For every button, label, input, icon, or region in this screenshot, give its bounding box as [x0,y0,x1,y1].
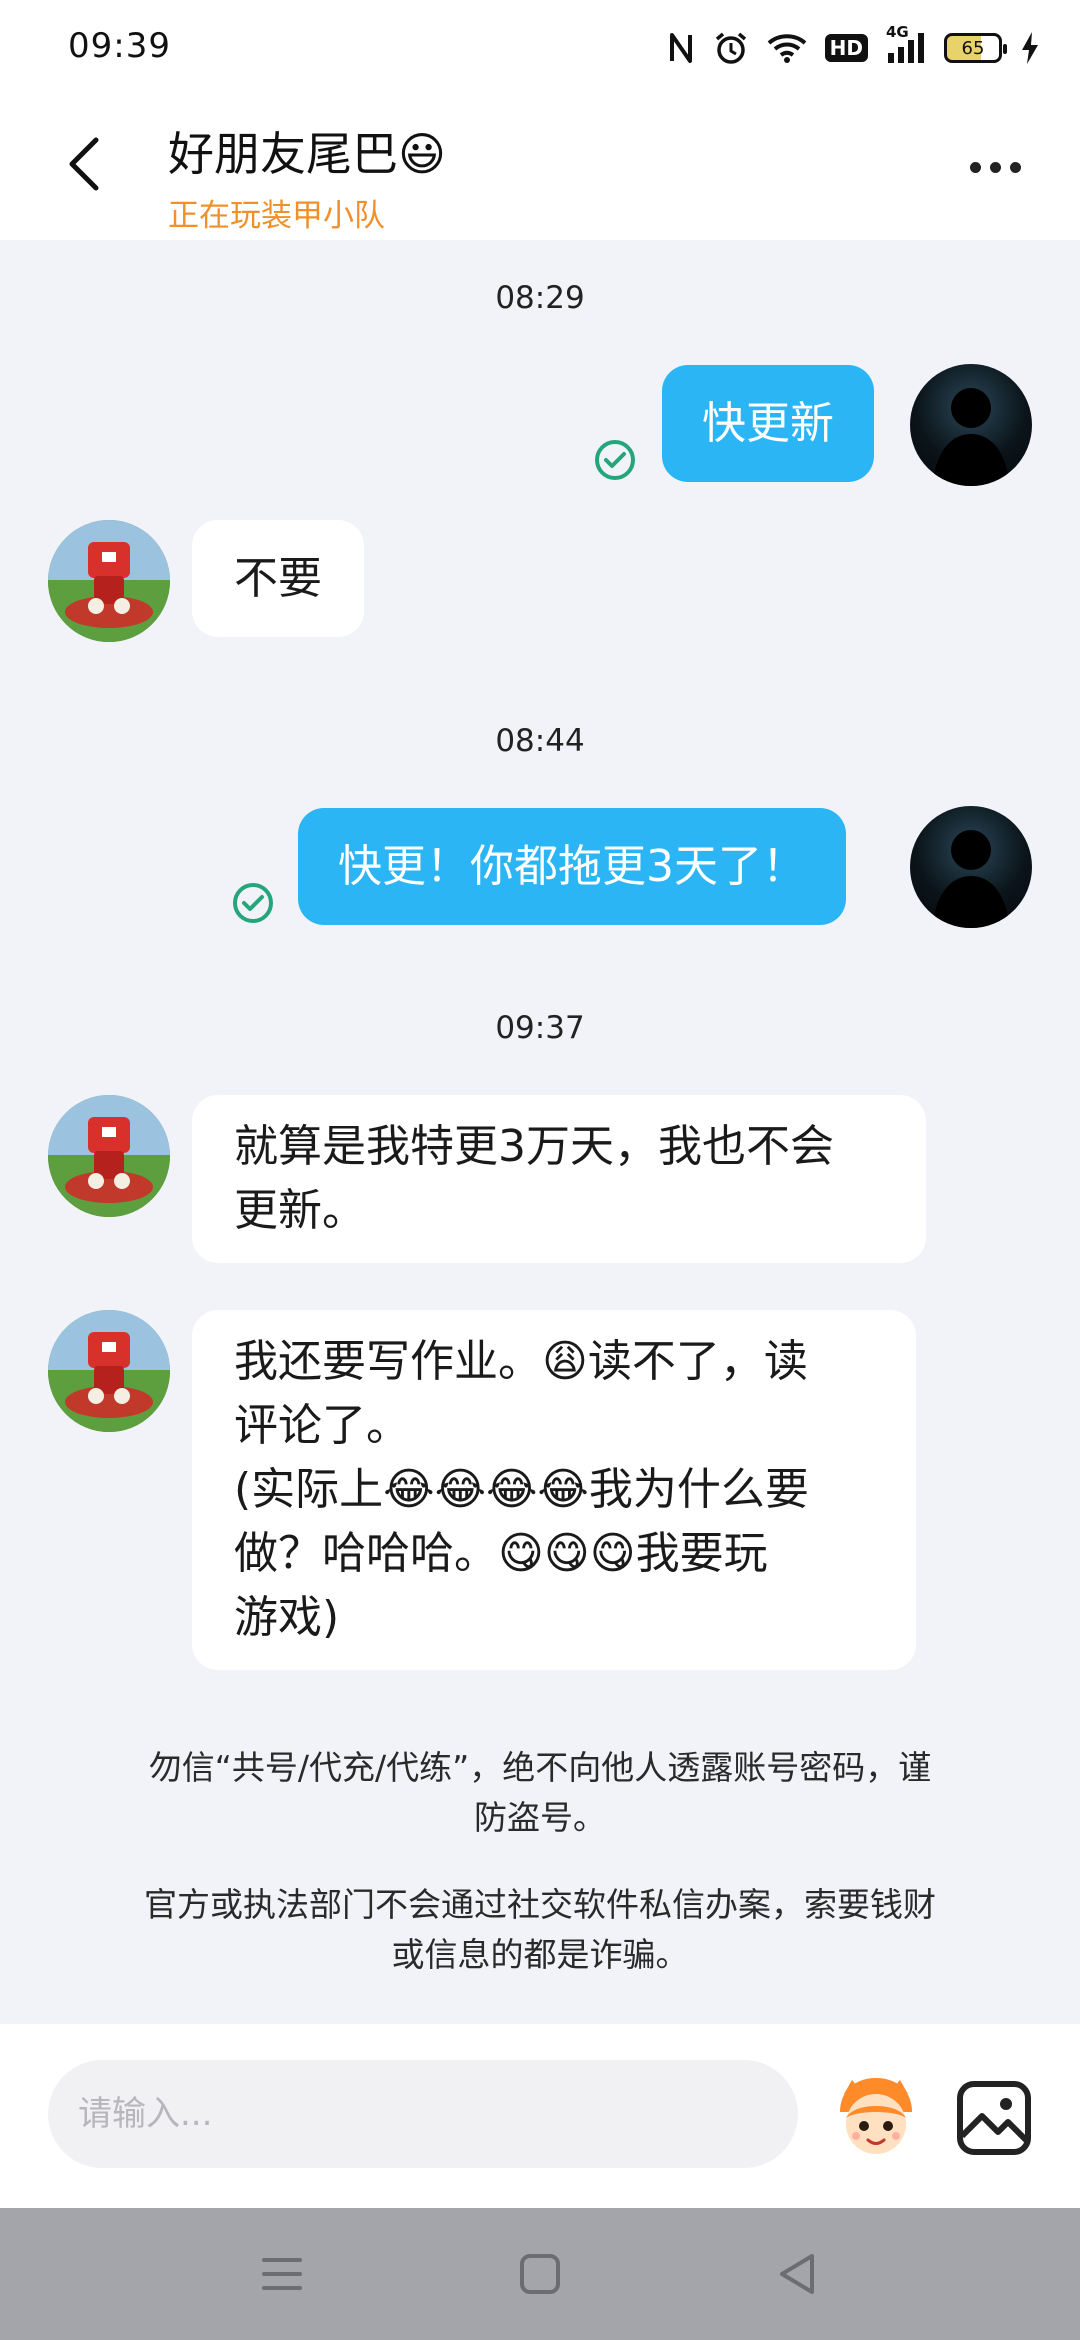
silhouette-icon [932,388,1010,486]
message-timestamp: 08:29 [495,280,585,316]
signal-4g-icon: 4G [886,23,926,65]
wifi-icon [767,32,807,64]
more-dot-icon [969,161,981,173]
title-block: 好朋友尾巴😃 正在玩装甲小队 [168,118,446,235]
chat-title: 好朋友尾巴😃 [168,127,446,181]
self-avatar[interactable] [910,364,1032,486]
chat-header: 好朋友尾巴😃 正在玩装甲小队 [0,96,1080,240]
more-options-button[interactable] [960,142,1030,192]
notice-line: 或信息的都是诈骗。 [391,1935,689,1974]
status-time: 09:39 [68,26,171,66]
mascot-sticker-icon [840,2078,912,2154]
image-icon [957,2081,1031,2155]
friend-avatar[interactable] [48,520,170,642]
image-button[interactable] [954,2078,1034,2158]
charging-icon [1020,31,1040,65]
message-timestamp: 08:44 [495,723,585,759]
menu-icon[interactable] [256,2248,308,2300]
message-bubble-outgoing[interactable]: 快更！你都拖更3天了！ [298,808,846,925]
silhouette-icon [932,830,1010,928]
status-bar: 09:39 HD 4G 65 [0,0,1080,96]
sticker-button[interactable] [830,2072,922,2164]
message-line: 游戏) [234,1592,340,1643]
nfc-icon [667,31,695,65]
game-character-icon [48,1310,170,1432]
network-label: 4G [886,23,909,41]
friend-activity-status: 正在玩装甲小队 [168,198,385,234]
message-line: 做？哈哈哈。😋😋😋我要玩 [234,1528,768,1579]
chat-messages[interactable]: 08:29 快更新 不要 08:44 快更！你都拖更3天了！ 09:37 就算是… [0,240,1080,2024]
message-line: (实际上😂😂😂😂我为什么要 [234,1464,809,1515]
friend-avatar[interactable] [48,1310,170,1432]
notice-line: 防盗号。 [474,1798,606,1837]
message-input[interactable] [48,2060,798,2168]
game-character-icon [48,520,170,642]
more-dot-icon [1009,161,1021,173]
notice-line: 官方或执法部门不会通过社交软件私信办案，索要钱财 [144,1885,936,1924]
message-bubble-outgoing[interactable]: 快更新 [662,365,874,482]
status-icons: HD 4G 65 [667,23,1040,70]
read-check-icon [233,883,273,923]
message-line: 评论了。 [234,1400,410,1451]
chevron-left-icon [69,137,99,191]
message-bubble-incoming[interactable]: 不要 [192,520,364,637]
alarm-icon [713,30,749,66]
message-line: 就算是我特更3万天，我也不会 [234,1121,834,1172]
message-bubble-incoming[interactable]: 就算是我特更3万天，我也不会 更新。 [192,1095,926,1263]
battery-icon: 65 [944,33,1007,63]
hd-icon: HD [824,34,868,62]
back-triangle-icon[interactable] [772,2248,824,2300]
back-button[interactable] [54,134,114,194]
input-bar [0,2024,1080,2208]
security-notice: 勿信“共号/代充/代练”，绝不向他人透露账号密码，谨 防盗号。 [100,1743,980,1843]
message-line: 我还要写作业。😩读不了，读 [234,1336,808,1387]
home-icon[interactable] [514,2248,566,2300]
message-line: 更新。 [234,1185,366,1236]
self-avatar[interactable] [910,806,1032,928]
friend-avatar[interactable] [48,1095,170,1217]
more-dot-icon [989,161,1001,173]
message-timestamp: 09:37 [495,1010,585,1046]
game-character-icon [48,1095,170,1217]
fraud-notice: 官方或执法部门不会通过社交软件私信办案，索要钱财 或信息的都是诈骗。 [100,1880,980,1980]
notice-line: 勿信“共号/代充/代练”，绝不向他人透露账号密码，谨 [148,1748,932,1787]
system-navigation-bar [0,2208,1080,2340]
message-bubble-incoming[interactable]: 我还要写作业。😩读不了，读 评论了。 (实际上😂😂😂😂我为什么要 做？哈哈哈。😋… [192,1310,916,1670]
read-check-icon [595,440,635,480]
